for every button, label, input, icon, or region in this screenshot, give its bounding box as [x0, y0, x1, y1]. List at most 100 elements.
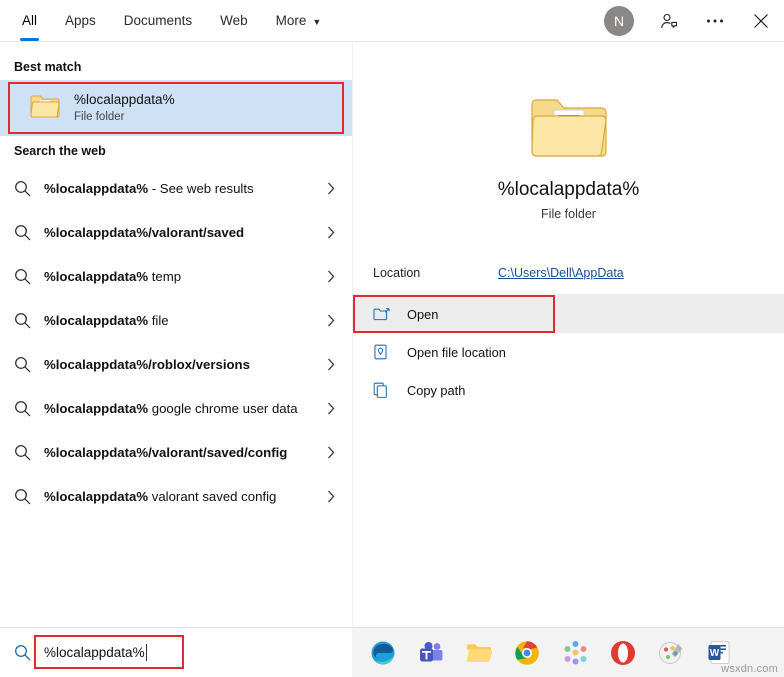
- top-bar-right-controls: N: [604, 0, 784, 41]
- search-icon: [0, 488, 44, 505]
- preview-actions: Open Open file location: [353, 295, 784, 409]
- action-open-file-location-label: Open file location: [407, 345, 506, 360]
- action-open-label: Open: [407, 307, 438, 322]
- list-item-label: %localappdata% valorant saved config: [44, 487, 320, 506]
- chevron-right-icon[interactable]: [320, 182, 342, 195]
- list-item-query: %localappdata%: [44, 269, 148, 284]
- search-web-heading: Search the web: [0, 136, 352, 164]
- tab-more[interactable]: More ▼: [262, 0, 336, 41]
- file-explorer-icon[interactable]: [466, 640, 492, 666]
- search-input[interactable]: %localappdata%: [44, 645, 145, 660]
- web-results-list: %localappdata% - See web results %locala…: [0, 166, 352, 518]
- list-item[interactable]: %localappdata%/valorant/saved/config: [0, 430, 352, 474]
- file-location-icon: [373, 344, 407, 360]
- preview-folder-icon: [530, 94, 608, 165]
- watermark: wsxdn.com: [721, 663, 778, 675]
- list-item[interactable]: %localappdata% - See web results: [0, 166, 352, 210]
- tab-web[interactable]: Web: [206, 0, 262, 41]
- location-row: Location C:\Users\Dell\AppData: [353, 251, 784, 295]
- location-link[interactable]: C:\Users\Dell\AppData: [498, 266, 624, 280]
- feedback-button[interactable]: [646, 0, 692, 41]
- search-icon: [0, 312, 44, 329]
- preview-pane: %localappdata% File folder Location C:\U…: [352, 42, 784, 627]
- search-icon: [0, 444, 44, 461]
- close-button[interactable]: [738, 0, 784, 41]
- search-flyout-window: All Apps Documents Web More ▼ N: [0, 0, 784, 677]
- list-item-query: %localappdata%/valorant/saved/config: [44, 445, 287, 460]
- search-icon: [0, 268, 44, 285]
- chevron-right-icon[interactable]: [320, 270, 342, 283]
- word-icon[interactable]: W: [706, 640, 732, 666]
- list-item-suffix: google chrome user data: [148, 401, 298, 416]
- search-icon: [0, 224, 44, 241]
- chevron-right-icon[interactable]: [320, 314, 342, 327]
- apps-icon[interactable]: [562, 640, 588, 666]
- open-folder-icon: [373, 307, 407, 322]
- tab-all[interactable]: All: [8, 0, 51, 41]
- tab-documents[interactable]: Documents: [110, 0, 206, 41]
- tab-apps-label: Apps: [65, 13, 96, 28]
- result-item-best-match[interactable]: %localappdata% File folder: [0, 80, 352, 136]
- avatar-initial: N: [614, 13, 624, 29]
- copy-path-icon: [373, 382, 407, 398]
- list-item-label: %localappdata% google chrome user data: [44, 399, 320, 418]
- list-item-suffix: temp: [148, 269, 181, 284]
- chevron-right-icon[interactable]: [320, 226, 342, 239]
- action-open[interactable]: Open: [353, 295, 784, 333]
- tab-all-label: All: [22, 13, 37, 28]
- folder-icon: [30, 93, 60, 124]
- list-item[interactable]: %localappdata% temp: [0, 254, 352, 298]
- search-icon: [0, 644, 44, 661]
- best-match-subtitle: File folder: [74, 110, 175, 125]
- results-list-pane: Best match %localappdata% File folde: [0, 42, 352, 627]
- preview-subtitle: File folder: [541, 207, 596, 221]
- list-item-label: %localappdata%/roblox/versions: [44, 355, 320, 374]
- search-icon: [0, 180, 44, 197]
- taskbar: %localappdata%: [0, 627, 784, 677]
- list-item[interactable]: %localappdata% google chrome user data: [0, 386, 352, 430]
- action-open-file-location[interactable]: Open file location: [353, 333, 784, 371]
- list-item-label: %localappdata%/valorant/saved: [44, 223, 320, 242]
- tab-more-label: More: [276, 13, 307, 28]
- taskbar-search-box[interactable]: %localappdata%: [0, 628, 352, 677]
- list-item-query: %localappdata%: [44, 313, 148, 328]
- chevron-right-icon[interactable]: [320, 402, 342, 415]
- teams-icon[interactable]: [418, 640, 444, 666]
- list-item-label: %localappdata%/valorant/saved/config: [44, 443, 320, 462]
- avatar[interactable]: N: [604, 6, 634, 36]
- chevron-down-icon: ▼: [312, 17, 321, 27]
- list-item[interactable]: %localappdata%/valorant/saved: [0, 210, 352, 254]
- preview-title: %localappdata%: [498, 179, 640, 201]
- best-match-title: %localappdata%: [74, 91, 175, 108]
- list-item-query: %localappdata%/valorant/saved: [44, 225, 244, 240]
- chevron-right-icon[interactable]: [320, 446, 342, 459]
- tab-apps[interactable]: Apps: [51, 0, 110, 41]
- action-copy-path-label: Copy path: [407, 383, 465, 398]
- list-item[interactable]: %localappdata% file: [0, 298, 352, 342]
- list-item-label: %localappdata% - See web results: [44, 179, 320, 198]
- list-item-label: %localappdata% file: [44, 311, 320, 330]
- chevron-right-icon[interactable]: [320, 490, 342, 503]
- chevron-right-icon[interactable]: [320, 358, 342, 371]
- action-copy-path[interactable]: Copy path: [353, 371, 784, 409]
- list-item-suffix: file: [148, 313, 169, 328]
- opera-icon[interactable]: [610, 640, 636, 666]
- list-item[interactable]: %localappdata%/roblox/versions: [0, 342, 352, 386]
- taskbar-app-icons: W: [352, 640, 784, 666]
- paint3d-icon[interactable]: [658, 640, 684, 666]
- best-match-heading: Best match: [0, 52, 352, 80]
- location-label: Location: [373, 266, 498, 280]
- ellipsis-icon: [706, 18, 724, 24]
- tab-web-label: Web: [220, 13, 248, 28]
- search-results-area: Best match %localappdata% File folde: [0, 42, 784, 627]
- edge-icon[interactable]: [370, 640, 396, 666]
- close-icon: [753, 13, 769, 29]
- more-options-button[interactable]: [692, 0, 738, 41]
- list-item-query: %localappdata%: [44, 401, 148, 416]
- list-item[interactable]: %localappdata% valorant saved config: [0, 474, 352, 518]
- list-item-suffix: valorant saved config: [148, 489, 276, 504]
- chrome-icon[interactable]: [514, 640, 540, 666]
- search-filter-tabs: All Apps Documents Web More ▼: [0, 0, 335, 41]
- text-caret: [146, 644, 147, 661]
- svg-text:W: W: [710, 648, 720, 659]
